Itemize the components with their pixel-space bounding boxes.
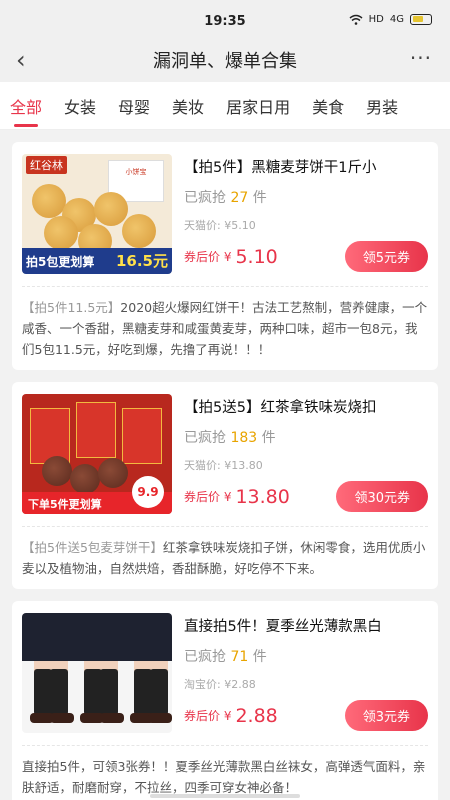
brand-logo: 红谷林: [26, 156, 67, 174]
price-label: 券后价 ¥: [184, 250, 232, 264]
coupon-price: 13.80: [235, 485, 290, 508]
signal-label: 4G: [389, 14, 404, 25]
tab-all[interactable]: 全部: [10, 94, 42, 127]
back-arrow-icon[interactable]: ‹: [16, 46, 26, 74]
nav-bar: ‹ 漏洞单、爆单合集 ···: [0, 38, 450, 82]
status-bar: 19:35 HD 4G: [0, 0, 450, 38]
sold-count: 已疯抢 183 件: [184, 430, 276, 446]
product-description: 【拍5件送5包麦芽饼干】红茶拿铁味炭烧扣子饼，休闲零食，选用优质小麦以及植物油，…: [22, 526, 428, 579]
product-card[interactable]: 下单5件更划算 9.9 【拍5送5】红茶拿铁味炭烧扣 已疯抢 183 件 天猫价…: [12, 382, 438, 589]
product-image[interactable]: [22, 613, 172, 733]
get-coupon-button[interactable]: 领30元券: [336, 481, 428, 512]
product-image[interactable]: 红谷林 小饼宝 拍5包更划算 16.5元: [22, 154, 172, 274]
product-description: 【拍5件11.5元】2020超火爆网红饼干！古法工艺熬制，营养健康，一个咸香、一…: [22, 286, 428, 360]
wifi-icon: [349, 14, 363, 25]
battery-icon: [410, 14, 432, 25]
product-title[interactable]: 【拍5送5】红茶拿铁味炭烧扣: [184, 396, 428, 417]
sold-count: 已疯抢 27 件: [184, 190, 267, 206]
more-dots-icon[interactable]: ···: [410, 46, 432, 70]
category-tabs: 全部 女装 母婴 美妆 居家日用 美食 男装: [0, 82, 450, 130]
coupon-price: 5.10: [235, 245, 278, 268]
product-title[interactable]: 直接拍5件！夏季丝光薄款黑白: [184, 615, 428, 636]
original-price: 天猫价: ¥5.10: [184, 219, 256, 232]
tab-womens-clothing[interactable]: 女装: [64, 94, 96, 118]
product-card[interactable]: 红谷林 小饼宝 拍5包更划算 16.5元 【拍5件】黑糖麦芽饼干1斤小 已疯抢 …: [12, 142, 438, 370]
network-label: HD: [368, 14, 384, 25]
get-coupon-button[interactable]: 领3元券: [344, 700, 428, 731]
tab-mens-clothing[interactable]: 男装: [366, 94, 398, 118]
product-title[interactable]: 【拍5件】黑糖麦芽饼干1斤小: [184, 156, 428, 177]
tab-mother-baby[interactable]: 母婴: [118, 94, 150, 118]
tab-beauty[interactable]: 美妆: [172, 94, 204, 118]
page-title: 漏洞单、爆单合集: [153, 51, 297, 72]
price-label: 券后价 ¥: [184, 490, 232, 504]
price-label: 券后价 ¥: [184, 709, 232, 723]
get-coupon-button[interactable]: 领5元券: [344, 241, 428, 272]
product-card[interactable]: 直接拍5件！夏季丝光薄款黑白 已疯抢 71 件 淘宝价: ¥2.88 券后价 ¥…: [12, 601, 438, 800]
tab-home-daily[interactable]: 居家日用: [226, 94, 290, 118]
original-price: 淘宝价: ¥2.88: [184, 678, 256, 691]
image-banner: 拍5包更划算 16.5元: [22, 248, 172, 274]
product-description: 直接拍5件，可领3张券！！夏季丝光薄款黑白丝袜女，高弹透气面料，亲肤舒适，耐磨耐…: [22, 745, 428, 798]
status-icons: HD 4G: [349, 14, 432, 25]
scroll-indicator: [150, 794, 300, 798]
sold-count: 已疯抢 71 件: [184, 649, 267, 665]
price-badge: 9.9: [132, 476, 164, 508]
product-list: 红谷林 小饼宝 拍5包更划算 16.5元 【拍5件】黑糖麦芽饼干1斤小 已疯抢 …: [0, 130, 450, 800]
original-price: 天猫价: ¥13.80: [184, 459, 263, 472]
coupon-price: 2.88: [235, 704, 278, 727]
tab-food[interactable]: 美食: [312, 94, 344, 118]
product-image[interactable]: 下单5件更划算 9.9: [22, 394, 172, 514]
